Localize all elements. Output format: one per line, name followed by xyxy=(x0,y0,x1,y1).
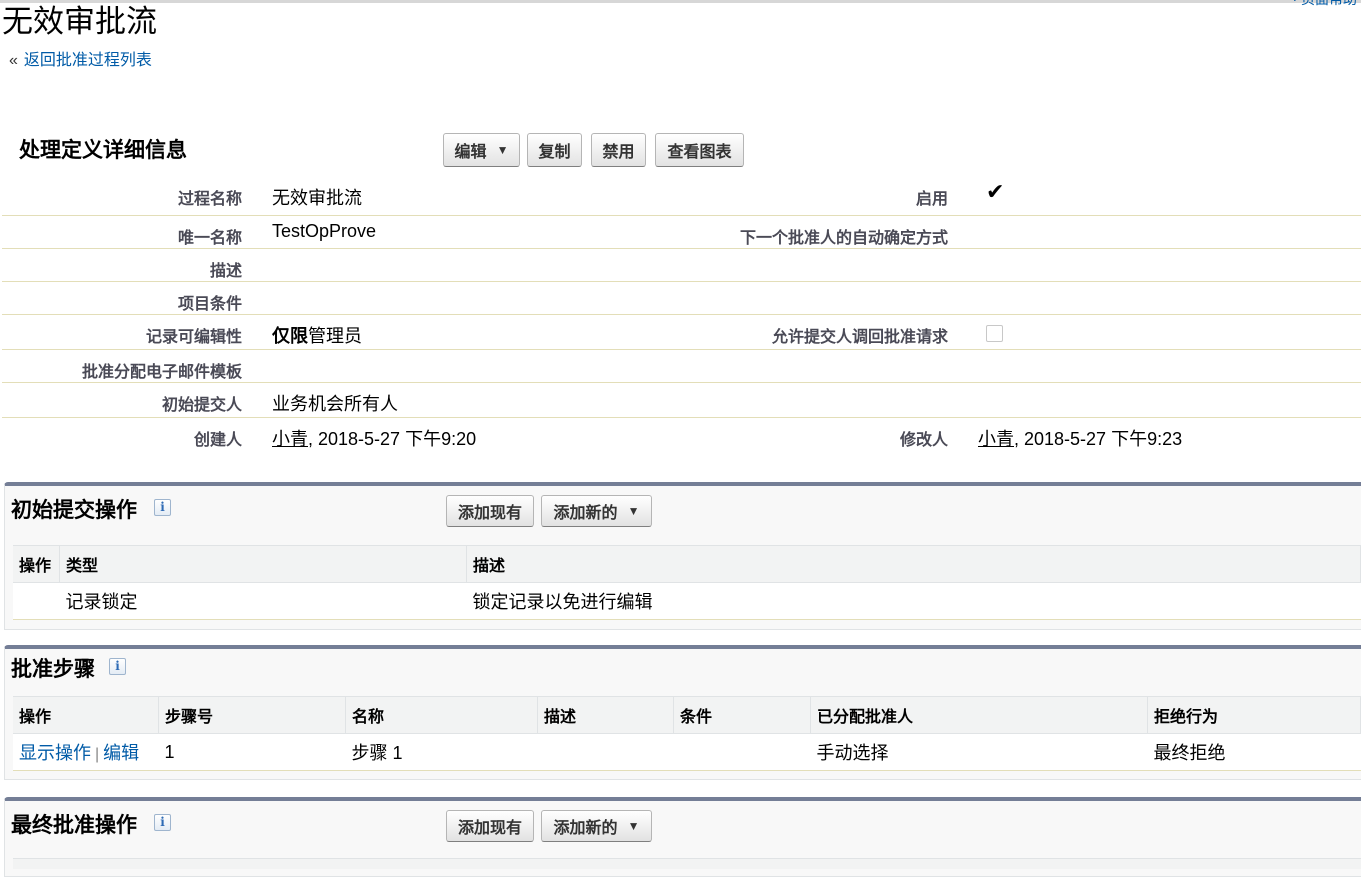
cell-actions: 显示操作 | 编辑 xyxy=(13,733,159,771)
table-row: 显示操作 | 编辑 1 步骤 1 手动选择 最终拒绝 xyxy=(13,733,1361,771)
created-date: , 2018-5-27 下午9:20 xyxy=(308,429,477,449)
cell-type: 记录锁定 xyxy=(59,582,467,620)
disable-button[interactable]: 禁用 xyxy=(591,133,646,167)
unique-name-label: 唯一名称 xyxy=(177,230,242,247)
edit-step-link[interactable]: 编辑 xyxy=(103,743,139,763)
col-header-description: 描述 xyxy=(537,696,674,734)
edit-button-label: 编辑 xyxy=(454,144,487,161)
approval-steps-title: 批准步骤 xyxy=(11,658,95,681)
modified-by-user-link[interactable]: 小青 xyxy=(978,429,1014,449)
back-chevron-icon: « xyxy=(9,52,18,69)
detail-row-created-by: 创建人 小青, 2018-5-27 下午9:20 修改人 小青, 2018-5-… xyxy=(2,418,1361,454)
next-approver-label: 下一个批准人的自动确定方式 xyxy=(739,230,948,247)
modified-by-label: 修改人 xyxy=(899,432,948,449)
checkmark-icon: ✔ xyxy=(986,179,1005,204)
created-by-label: 创建人 xyxy=(193,432,242,449)
description-label: 描述 xyxy=(209,263,242,280)
process-name-label: 过程名称 xyxy=(177,191,242,208)
final-approval-title: 最终批准操作 xyxy=(11,814,137,837)
detail-row-description: 描述 xyxy=(2,249,1361,282)
process-name-value: 无效审批流 xyxy=(272,188,362,208)
cell-description: 锁定记录以免进行编辑 xyxy=(466,582,1361,620)
help-link[interactable]: · 页面帮助 xyxy=(1292,0,1357,9)
link-separator: | xyxy=(95,746,100,763)
allow-recall-label: 允许提交人调回批准请求 xyxy=(771,329,948,346)
triangle-down-icon: ▼ xyxy=(627,819,640,833)
top-border xyxy=(0,0,1361,3)
entry-criteria-label: 项目条件 xyxy=(177,296,242,313)
approval-steps-table: 操作 步骤号 名称 描述 条件 已分配批准人 拒绝行为 显示操作 | 编辑 1 步骤… xyxy=(13,696,1361,771)
view-chart-button[interactable]: 查看图表 xyxy=(655,133,744,167)
detail-row-entry-criteria: 项目条件 xyxy=(2,282,1361,315)
initial-actions-table: 操作 类型 描述 记录锁定 锁定记录以免进行编辑 xyxy=(13,545,1361,620)
copy-button[interactable]: 复制 xyxy=(527,133,582,167)
col-header-type: 类型 xyxy=(59,545,467,583)
edit-dropdown-button[interactable]: 编辑 ▼ xyxy=(443,133,520,167)
col-header-step-number: 步骤号 xyxy=(158,696,346,734)
info-icon[interactable]: i xyxy=(109,658,126,675)
table-row: 记录锁定 锁定记录以免进行编辑 xyxy=(13,582,1361,620)
show-actions-link[interactable]: 显示操作 xyxy=(19,743,91,763)
detail-row-email-template: 批准分配电子邮件模板 xyxy=(2,350,1361,383)
col-header-description: 描述 xyxy=(466,545,1361,583)
add-new-dropdown-button[interactable]: 添加新的 ▼ xyxy=(541,495,652,527)
cell-step-criteria xyxy=(673,733,811,771)
triangle-down-icon: ▼ xyxy=(496,143,509,157)
detail-row-editability: 记录可编辑性 仅限管理员 允许提交人调回批准请求 xyxy=(2,315,1361,350)
back-to-list-link[interactable]: 返回批准过程列表 xyxy=(24,52,152,69)
add-existing-button[interactable]: 添加现有 xyxy=(446,495,534,527)
info-icon[interactable]: i xyxy=(154,814,171,831)
breadcrumb: « 返回批准过程列表 xyxy=(9,46,152,70)
cell-assigned-approver: 手动选择 xyxy=(810,733,1148,771)
info-icon[interactable]: i xyxy=(154,499,171,516)
table-header-row: 操作 步骤号 名称 描述 条件 已分配批准人 拒绝行为 xyxy=(13,696,1361,734)
detail-section-title: 处理定义详细信息 xyxy=(19,139,187,162)
col-header-reject-behavior: 拒绝行为 xyxy=(1147,696,1361,734)
add-new-label: 添加新的 xyxy=(553,505,618,522)
created-by-value: 小青, 2018-5-27 下午9:20 xyxy=(272,425,476,451)
col-header-action: 操作 xyxy=(13,696,159,734)
modified-by-value: 小青, 2018-5-27 下午9:23 xyxy=(978,425,1182,451)
created-by-user-link[interactable]: 小青 xyxy=(272,429,308,449)
add-existing-button[interactable]: 添加现有 xyxy=(446,810,534,842)
table-header-row: 操作 类型 描述 xyxy=(13,545,1361,583)
modified-date: , 2018-5-27 下午9:23 xyxy=(1014,429,1183,449)
col-header-action: 操作 xyxy=(13,545,60,583)
detail-row-process-name: 过程名称 无效审批流 启用 ✔ xyxy=(2,178,1361,216)
cell-step-number: 1 xyxy=(158,733,346,771)
initial-submitter-label: 初始提交人 xyxy=(161,397,242,414)
add-new-dropdown-button[interactable]: 添加新的 ▼ xyxy=(541,810,652,842)
col-header-criteria: 条件 xyxy=(673,696,811,734)
unique-name-value: TestOpProve xyxy=(272,221,377,241)
initial-submitter-value: 业务机会所有人 xyxy=(272,394,398,414)
col-header-assigned-approver: 已分配批准人 xyxy=(810,696,1148,734)
cell-action xyxy=(13,582,60,620)
record-editability-label: 记录可编辑性 xyxy=(145,329,242,346)
detail-row-initial-submitter: 初始提交人 业务机会所有人 xyxy=(2,383,1361,418)
triangle-down-icon: ▼ xyxy=(627,504,640,518)
page-title: 无效审批流 xyxy=(2,4,157,39)
cell-reject-behavior: 最终拒绝 xyxy=(1147,733,1361,771)
final-approval-table-header xyxy=(13,858,1361,869)
active-label: 启用 xyxy=(915,191,948,208)
email-template-label: 批准分配电子邮件模板 xyxy=(81,364,242,381)
editability-bold: 仅限 xyxy=(272,326,308,346)
cell-step-name: 步骤 1 xyxy=(345,733,538,771)
cell-step-description xyxy=(537,733,674,771)
initial-actions-title: 初始提交操作 xyxy=(11,499,137,522)
detail-row-unique-name: 唯一名称 TestOpProve 下一个批准人的自动确定方式 xyxy=(2,216,1361,249)
col-header-name: 名称 xyxy=(345,696,538,734)
record-editability-value: 仅限管理员 xyxy=(272,322,362,348)
editability-rest: 管理员 xyxy=(308,326,362,346)
add-new-label: 添加新的 xyxy=(553,820,618,837)
allow-recall-checkbox xyxy=(986,325,1003,342)
